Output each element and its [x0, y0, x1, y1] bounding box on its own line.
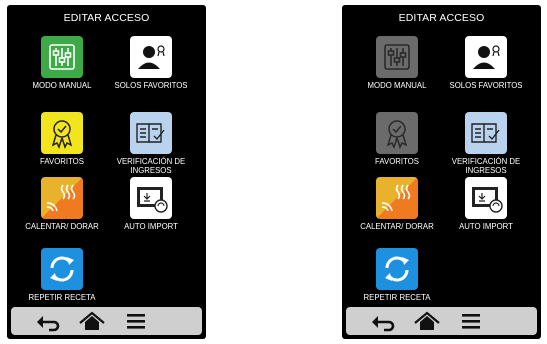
- screen-title: EDITAR ACCESO: [398, 12, 485, 24]
- tile-label: FAVORITOS: [40, 157, 84, 166]
- home-icon: [414, 311, 440, 330]
- repeat-arrows-icon: [41, 248, 83, 290]
- tile-calentar-dorar[interactable]: CALENTAR/ DORAR: [17, 177, 107, 231]
- menu-icon: [127, 314, 145, 329]
- book-check-icon: [465, 112, 507, 154]
- tile-label: SOLOS FAVORITOS: [114, 81, 188, 90]
- tile-verificacion-ingresos[interactable]: VERIFICACIÓN DE INGRESOS: [441, 112, 531, 175]
- tile-calentar-dorar[interactable]: CALENTAR/ DORAR: [352, 177, 442, 231]
- sliders-icon: [376, 36, 418, 78]
- sliders-icon: [41, 36, 83, 78]
- book-check-icon: [130, 112, 172, 154]
- screen-title: EDITAR ACCESO: [63, 12, 150, 24]
- tile-label: MODO MANUAL: [367, 81, 427, 90]
- home-button[interactable]: [412, 309, 442, 333]
- home-button[interactable]: [77, 309, 107, 333]
- tile-label: MODO MANUAL: [32, 81, 92, 90]
- award-ribbon-icon: [376, 112, 418, 154]
- user-star-icon: [465, 36, 507, 78]
- back-button[interactable]: [368, 309, 398, 333]
- tile-modo-manual[interactable]: MODO MANUAL: [352, 36, 442, 90]
- bottom-navbar: [11, 307, 202, 335]
- tile-label: VERIFICACIÓN DE INGRESOS: [451, 157, 521, 175]
- heat-waves-icon: [41, 177, 83, 219]
- tile-repetir-receta[interactable]: REPETIR RECETA: [17, 248, 107, 302]
- repeat-arrows-icon: [376, 248, 418, 290]
- back-arrow-icon: [37, 316, 60, 332]
- menu-icon: [462, 314, 480, 329]
- tile-label: CALENTAR/ DORAR: [25, 222, 99, 231]
- heat-waves-icon: [376, 177, 418, 219]
- tile-solos-favoritos[interactable]: SOLOS FAVORITOS: [106, 36, 196, 90]
- tile-auto-import[interactable]: AUTO IMPORT: [441, 177, 531, 231]
- tile-auto-import[interactable]: AUTO IMPORT: [106, 177, 196, 231]
- tile-label: CALENTAR/ DORAR: [360, 222, 434, 231]
- tile-verificacion-ingresos[interactable]: VERIFICACIÓN DE INGRESOS: [106, 112, 196, 175]
- tile-label: SOLOS FAVORITOS: [449, 81, 523, 90]
- back-arrow-icon: [372, 316, 395, 332]
- screen-left: EDITAR ACCESO MODO MANUAL SOLOS FAVORITO…: [7, 5, 206, 339]
- tile-solos-favoritos[interactable]: SOLOS FAVORITOS: [441, 36, 531, 90]
- tile-favoritos[interactable]: FAVORITOS: [17, 112, 107, 166]
- tile-label: VERIFICACIÓN DE INGRESOS: [116, 157, 186, 175]
- screen-right: EDITAR ACCESO MODO MANUAL SOLOS FAVORITO…: [342, 5, 541, 339]
- tile-label: AUTO IMPORT: [459, 222, 513, 231]
- award-ribbon-icon: [41, 112, 83, 154]
- tile-favoritos[interactable]: FAVORITOS: [352, 112, 442, 166]
- tile-repetir-receta[interactable]: REPETIR RECETA: [352, 248, 442, 302]
- bottom-navbar: [346, 307, 537, 335]
- tile-label: AUTO IMPORT: [124, 222, 178, 231]
- tile-label: REPETIR RECETA: [363, 293, 431, 302]
- home-icon: [79, 311, 105, 330]
- user-star-icon: [130, 36, 172, 78]
- menu-button[interactable]: [121, 309, 151, 333]
- tile-modo-manual[interactable]: MODO MANUAL: [17, 36, 107, 90]
- tile-label: REPETIR RECETA: [28, 293, 96, 302]
- menu-button[interactable]: [456, 309, 486, 333]
- back-button[interactable]: [33, 309, 63, 333]
- import-sync-icon: [130, 177, 172, 219]
- tile-label: FAVORITOS: [375, 157, 419, 166]
- import-sync-icon: [465, 177, 507, 219]
